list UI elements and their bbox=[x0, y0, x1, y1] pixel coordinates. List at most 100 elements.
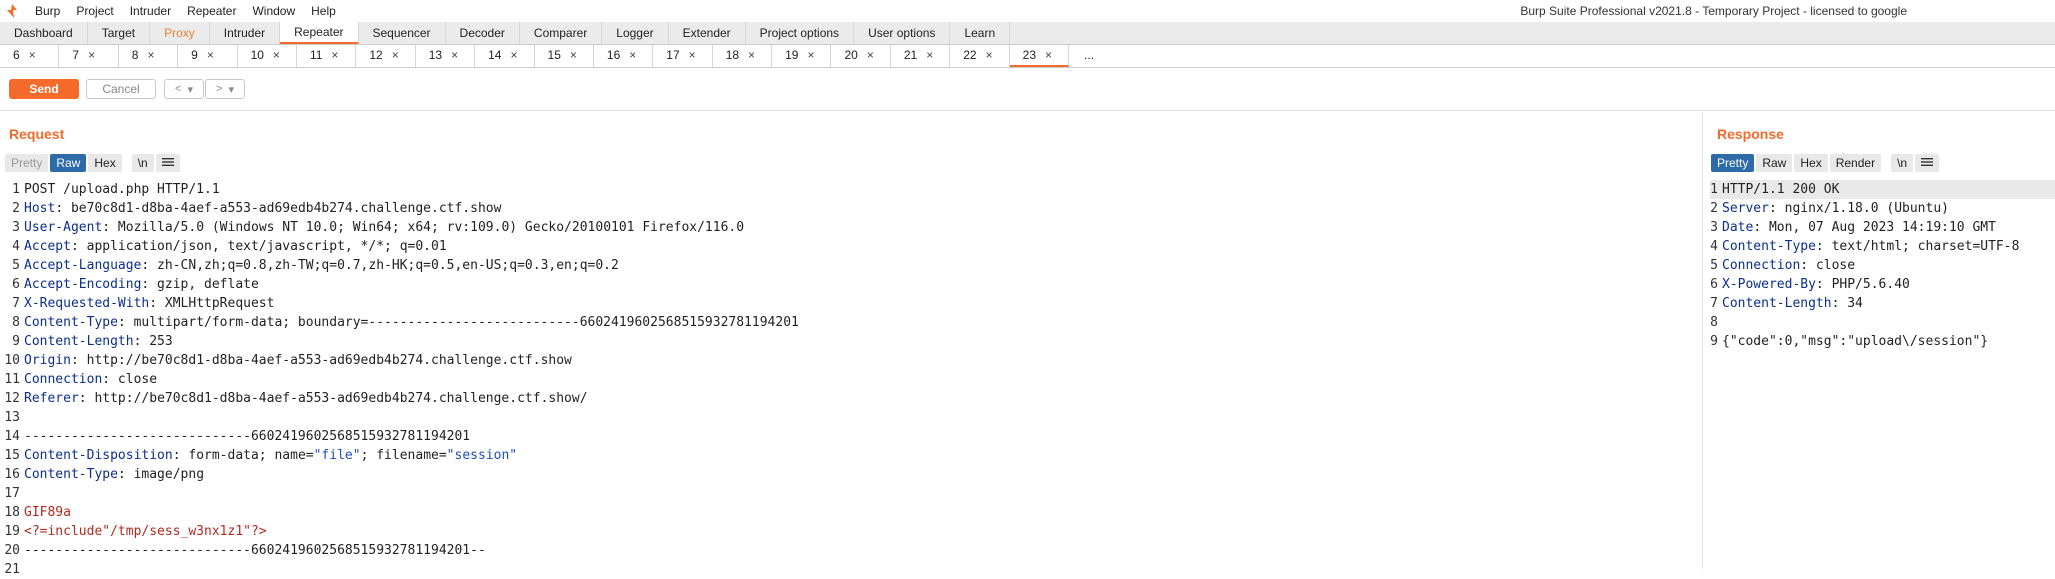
tab-user-options[interactable]: User options bbox=[854, 22, 951, 44]
repeater-tab[interactable]: 18 × bbox=[713, 45, 773, 67]
line-number: 3 bbox=[1710, 220, 1718, 235]
request-raw-button[interactable]: Raw bbox=[50, 154, 87, 172]
tab-target[interactable]: Target bbox=[88, 22, 151, 44]
close-icon[interactable]: × bbox=[29, 45, 36, 67]
send-button[interactable]: Send bbox=[9, 79, 79, 99]
header-name: Connection bbox=[1722, 258, 1801, 273]
repeater-tab-label: 23 bbox=[1022, 48, 1036, 62]
tab-proxy[interactable]: Proxy bbox=[150, 22, 210, 44]
close-icon[interactable]: × bbox=[392, 45, 399, 67]
line-text: : zh-CN,zh;q=0.8,zh-TW;q=0.7,zh-HK;q=0.5… bbox=[141, 258, 619, 273]
request-newline-button[interactable]: \n bbox=[131, 154, 154, 172]
close-icon[interactable]: × bbox=[510, 45, 517, 67]
burp-logo-icon bbox=[5, 4, 19, 18]
menu-intruder[interactable]: Intruder bbox=[122, 0, 179, 22]
editor-line: 17 bbox=[4, 484, 1700, 503]
main-tabs: Dashboard Target Proxy Intruder Repeater… bbox=[0, 22, 2055, 45]
close-icon[interactable]: × bbox=[147, 45, 154, 67]
menu-window[interactable]: Window bbox=[244, 0, 303, 22]
tab-intruder[interactable]: Intruder bbox=[210, 22, 281, 44]
close-icon[interactable]: × bbox=[926, 45, 933, 67]
forward-button[interactable]: > ▾ bbox=[205, 79, 245, 99]
forward-dropdown-icon[interactable]: ▾ bbox=[228, 83, 234, 96]
close-icon[interactable]: × bbox=[807, 45, 814, 67]
close-icon[interactable]: × bbox=[88, 45, 95, 67]
back-button[interactable]: < ▾ bbox=[164, 79, 204, 99]
back-arrow-icon: < bbox=[175, 83, 182, 95]
repeater-tab[interactable]: 15 × bbox=[535, 45, 594, 67]
header-name: Date bbox=[1722, 220, 1754, 235]
back-dropdown-icon[interactable]: ▾ bbox=[187, 83, 193, 96]
response-menu-icon[interactable] bbox=[1915, 154, 1940, 172]
editor-line: 19 <?=include"/tmp/sess_w3nx1z1"?> bbox=[4, 522, 1700, 541]
response-pretty-button[interactable]: Pretty bbox=[1711, 154, 1755, 172]
repeater-tab[interactable]: 14 × bbox=[475, 45, 535, 67]
repeater-tab[interactable]: 8 × bbox=[119, 45, 179, 67]
close-icon[interactable]: × bbox=[451, 45, 458, 67]
line-number: 1 bbox=[12, 182, 20, 197]
response-raw-button[interactable]: Raw bbox=[1756, 154, 1793, 172]
close-icon[interactable]: × bbox=[331, 45, 338, 67]
menu-help[interactable]: Help bbox=[303, 0, 344, 22]
repeater-tab[interactable]: 10 × bbox=[238, 45, 297, 67]
repeater-tab[interactable]: 20 × bbox=[831, 45, 891, 67]
line-text: : Mon, 07 Aug 2023 14:19:10 GMT bbox=[1753, 220, 1996, 235]
line-text: : 253 bbox=[133, 334, 173, 349]
line-number: 12 bbox=[4, 391, 20, 406]
repeater-tab-more[interactable]: ... bbox=[1069, 45, 1128, 67]
line-number: 9 bbox=[1710, 334, 1718, 349]
tab-decoder[interactable]: Decoder bbox=[446, 22, 520, 44]
repeater-tab[interactable]: 7 × bbox=[59, 45, 119, 67]
line-number: 13 bbox=[4, 410, 20, 425]
tab-repeater[interactable]: Repeater bbox=[280, 22, 359, 44]
header-name: X-Powered-By bbox=[1722, 277, 1816, 292]
request-pretty-button[interactable]: Pretty bbox=[5, 154, 49, 172]
repeater-tab[interactable]: 9 × bbox=[178, 45, 238, 67]
repeater-tab[interactable]: 23 × bbox=[1009, 45, 1070, 67]
repeater-tab[interactable]: 16 × bbox=[594, 45, 654, 67]
line-number: 5 bbox=[1710, 258, 1718, 273]
line-text: POST /upload.php HTTP/1.1 bbox=[24, 182, 220, 197]
close-icon[interactable]: × bbox=[986, 45, 993, 67]
close-icon[interactable]: × bbox=[207, 45, 214, 67]
close-icon[interactable]: × bbox=[629, 45, 636, 67]
close-icon[interactable]: × bbox=[689, 45, 696, 67]
repeater-tab[interactable]: 12 × bbox=[356, 45, 416, 67]
request-editor[interactable]: 1 POST /upload.php HTTP/1.1 2 Host: be70c8d… bbox=[4, 180, 1700, 579]
response-editor[interactable]: 1 HTTP/1.1 200 OK 2 Server: nginx/1.18.0 (U… bbox=[1710, 180, 2055, 351]
repeater-tab[interactable]: 19 × bbox=[772, 45, 832, 67]
panel-divider[interactable] bbox=[1702, 112, 1703, 569]
line-number: 2 bbox=[1710, 201, 1718, 216]
repeater-tab[interactable]: 11 × bbox=[297, 45, 357, 67]
repeater-tab-label: 14 bbox=[488, 48, 502, 62]
menu-project[interactable]: Project bbox=[68, 0, 121, 22]
cancel-button[interactable]: Cancel bbox=[86, 79, 156, 99]
tab-dashboard[interactable]: Dashboard bbox=[0, 22, 88, 44]
tab-extender[interactable]: Extender bbox=[669, 22, 746, 44]
repeater-tab[interactable]: 21 × bbox=[891, 45, 951, 67]
menu-repeater[interactable]: Repeater bbox=[179, 0, 244, 22]
repeater-tab[interactable]: 17 × bbox=[653, 45, 713, 67]
header-name: Content-Type bbox=[24, 467, 118, 482]
request-menu-icon[interactable] bbox=[155, 154, 180, 172]
response-render-button[interactable]: Render bbox=[1829, 154, 1882, 172]
tab-project-options[interactable]: Project options bbox=[746, 22, 855, 44]
response-newline-button[interactable]: \n bbox=[1891, 154, 1914, 172]
line-number: 2 bbox=[12, 201, 20, 216]
close-icon[interactable]: × bbox=[748, 45, 755, 67]
tab-comparer[interactable]: Comparer bbox=[520, 22, 603, 44]
repeater-tab[interactable]: 6 × bbox=[0, 45, 60, 67]
repeater-tab[interactable]: 13 × bbox=[416, 45, 476, 67]
string-value: "session" bbox=[446, 448, 518, 463]
close-icon[interactable]: × bbox=[570, 45, 577, 67]
response-hex-button[interactable]: Hex bbox=[1794, 154, 1828, 172]
tab-sequencer[interactable]: Sequencer bbox=[359, 22, 446, 44]
tab-logger[interactable]: Logger bbox=[602, 22, 669, 44]
menu-burp[interactable]: Burp bbox=[27, 0, 68, 22]
close-icon[interactable]: × bbox=[273, 45, 280, 67]
tab-learn[interactable]: Learn bbox=[950, 22, 1011, 44]
close-icon[interactable]: × bbox=[1045, 45, 1052, 65]
close-icon[interactable]: × bbox=[867, 45, 874, 67]
request-hex-button[interactable]: Hex bbox=[88, 154, 122, 172]
repeater-tab[interactable]: 22 × bbox=[950, 45, 1010, 67]
